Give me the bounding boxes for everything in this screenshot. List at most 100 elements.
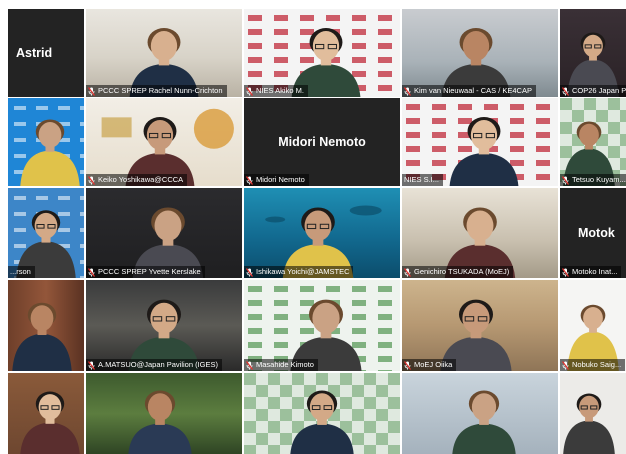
mic-muted-icon xyxy=(246,175,253,185)
participant-tile[interactable]: PCCC SPREP Yvette Kerslake xyxy=(86,188,242,278)
participant-name-label: Ishikawa Yoichi@JAMSTEC xyxy=(244,266,354,278)
participant-name-text: Keiko Yoshikawa@CCCA xyxy=(98,175,184,184)
participant-video xyxy=(129,28,199,97)
participant-video xyxy=(440,299,512,371)
mic-muted-icon xyxy=(88,86,95,96)
participant-tile[interactable]: COP26 Japan P... xyxy=(560,9,626,97)
participant-name-label: PCCC SPREP Rachel Nunn-Crichton xyxy=(86,85,227,97)
participant-name-text: Masahide Kimoto xyxy=(256,360,314,369)
participant-name-label: NIES Akiko M. xyxy=(244,85,308,97)
participant-name-text: NIES S.I... xyxy=(404,175,440,184)
participant-name-label: Kim van Nieuwaal - CAS / KE4CAP xyxy=(402,85,536,97)
participant-tile[interactable] xyxy=(8,98,84,186)
participant-name-text: ...rson xyxy=(10,267,31,276)
mic-muted-icon xyxy=(562,175,569,185)
mic-muted-icon xyxy=(246,267,253,277)
participant-video xyxy=(128,390,192,454)
participant-name-label: Nobuko Saig... xyxy=(560,359,626,371)
participant-display-name: Astrid xyxy=(16,46,53,60)
participant-name-text: COP26 Japan P... xyxy=(572,86,626,95)
participant-name-label: Midori Nemoto xyxy=(244,174,309,186)
participant-tile[interactable]: Midori Nemoto Midori Nemoto xyxy=(244,98,400,186)
participant-display-name: Motok xyxy=(578,226,615,240)
participant-tile[interactable] xyxy=(244,373,400,454)
participant-tile[interactable]: NIES S.I... xyxy=(402,98,558,186)
participant-name-text: A.MATSUO@Japan Pavilion (IGES) xyxy=(98,360,219,369)
participant-tile[interactable] xyxy=(8,373,84,454)
participant-name-text: Kim van Nieuwaal - CAS / KE4CAP xyxy=(414,86,532,95)
participant-video xyxy=(248,15,392,97)
participant-video xyxy=(14,106,84,186)
mic-muted-icon xyxy=(404,360,411,370)
participant-video xyxy=(563,393,615,454)
participant-video xyxy=(14,196,84,278)
mic-muted-icon xyxy=(404,267,411,277)
participant-name-label: MoEJ Oiika xyxy=(402,359,457,371)
participant-tile[interactable] xyxy=(8,280,84,371)
participant-display-name: Midori Nemoto xyxy=(278,135,366,149)
participant-name-text: Genichiro TSUKADA (MoEJ) xyxy=(414,267,510,276)
participant-tile[interactable]: Astrid xyxy=(8,9,84,97)
participant-video xyxy=(444,207,516,278)
participant-name-label: PCCC SPREP Yvette Kerslake xyxy=(86,266,205,278)
participant-video xyxy=(567,32,619,97)
participant-tile[interactable] xyxy=(402,373,558,454)
participant-video xyxy=(248,286,392,371)
participant-video xyxy=(441,28,511,97)
participant-name-text: Midori Nemoto xyxy=(256,175,305,184)
participant-video xyxy=(560,98,626,186)
participant-video xyxy=(452,390,516,454)
participant-name-label: ...rson xyxy=(8,266,35,278)
participant-tile[interactable]: Genichiro TSUKADA (MoEJ) xyxy=(402,188,558,278)
participant-name-text: Motoko Inat... xyxy=(572,267,618,276)
participant-name-label: Genichiro TSUKADA (MoEJ) xyxy=(402,266,514,278)
participant-video xyxy=(101,108,234,186)
participant-video xyxy=(406,104,550,186)
participant-name-label: A.MATSUO@Japan Pavilion (IGES) xyxy=(86,359,223,371)
mic-muted-icon xyxy=(88,360,95,370)
participant-tile[interactable]: MoEJ Oiika xyxy=(402,280,558,371)
participant-tile[interactable]: Nobuko Saig... xyxy=(560,280,626,371)
participant-video xyxy=(132,207,204,278)
mic-muted-icon xyxy=(562,267,569,277)
participant-tile[interactable]: PCCC SPREP Rachel Nunn-Crichton xyxy=(86,9,242,97)
participant-tile[interactable] xyxy=(560,373,626,454)
mic-muted-icon xyxy=(404,86,411,96)
participant-name-label: Motoko Inat... xyxy=(560,266,622,278)
participant-name-text: MoEJ Oiika xyxy=(414,360,453,369)
participant-tile[interactable]: Tetsuo Kuyam... xyxy=(560,98,626,186)
participant-name-label: Keiko Yoshikawa@CCCA xyxy=(86,174,188,186)
participant-tile[interactable]: Masahide Kimoto xyxy=(244,280,400,371)
participant-tile[interactable]: Keiko Yoshikawa@CCCA xyxy=(86,98,242,186)
mic-muted-icon xyxy=(246,360,253,370)
mic-muted-icon xyxy=(88,267,95,277)
participant-name-text: PCCC SPREP Yvette Kerslake xyxy=(98,267,201,276)
mic-muted-icon xyxy=(88,175,95,185)
participant-video xyxy=(128,299,200,371)
participant-name-label: Tetsuo Kuyam... xyxy=(560,174,626,186)
participant-tile[interactable] xyxy=(86,373,242,454)
participant-name-label: NIES S.I... xyxy=(402,174,444,186)
participant-name-text: Ishikawa Yoichi@JAMSTEC xyxy=(256,267,350,276)
participant-tile[interactable]: Kim van Nieuwaal - CAS / KE4CAP xyxy=(402,9,558,97)
participant-name-text: PCCC SPREP Rachel Nunn-Crichton xyxy=(98,86,223,95)
video-gallery: Astrid PCCC SPREP Rachel Nunn-Crichton NIE… xyxy=(0,0,626,454)
mic-muted-icon xyxy=(246,86,253,96)
participant-video xyxy=(20,391,80,454)
mic-muted-icon xyxy=(562,360,569,370)
participant-name-label: COP26 Japan P... xyxy=(560,85,626,97)
mic-muted-icon xyxy=(562,86,569,96)
participant-name-label: Masahide Kimoto xyxy=(244,359,318,371)
participant-tile[interactable]: ...rson xyxy=(8,188,84,278)
participant-video xyxy=(244,373,400,454)
participant-tile[interactable]: NIES Akiko M. xyxy=(244,9,400,97)
participant-video xyxy=(12,302,72,371)
participant-video xyxy=(265,205,382,278)
participant-name-text: Tetsuo Kuyam... xyxy=(572,175,626,184)
participant-name-text: Nobuko Saig... xyxy=(572,360,622,369)
participant-tile[interactable]: A.MATSUO@Japan Pavilion (IGES) xyxy=(86,280,242,371)
participant-video xyxy=(567,304,619,371)
participant-tile[interactable]: Ishikawa Yoichi@JAMSTEC xyxy=(244,188,400,278)
participant-name-text: NIES Akiko M. xyxy=(256,86,304,95)
participant-tile[interactable]: Motok Motoko Inat... xyxy=(560,188,626,278)
